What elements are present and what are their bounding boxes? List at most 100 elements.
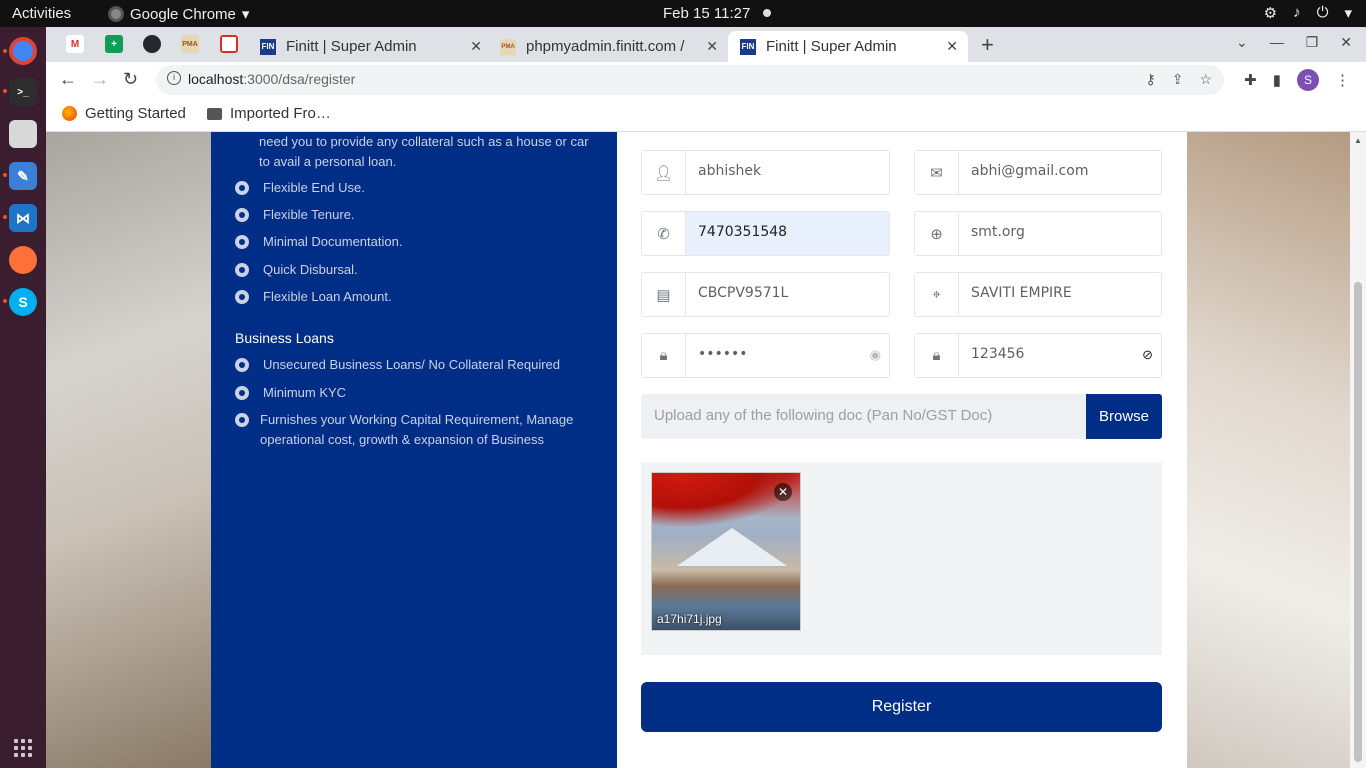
key-icon[interactable]: ⚷ [1145,71,1155,88]
register-form: 👤︎ abhishek ✉ abhi@gmail.com ✆ 747035154… [617,132,1187,768]
close-icon[interactable]: ✕ [470,38,482,55]
close-icon[interactable]: ✕ [706,38,718,55]
feature-text: Minimal Documentation. [263,234,403,249]
clock[interactable]: Feb 15 11:27 [663,5,750,22]
name-input[interactable]: abhishek [686,151,889,194]
window-controls: ⌄ — ❐ ✕ [1236,34,1352,51]
reload-icon[interactable]: ↻ [123,69,138,90]
dock: >_ ✎ ⋈ S [0,27,46,768]
running-indicator [3,173,7,177]
bookmark-label: Imported Fro… [230,105,331,122]
power-icon: ⏻ [1316,4,1329,21]
page-scrollbar[interactable]: ▲ [1350,132,1366,768]
github-icon[interactable] [143,35,161,53]
chrome-icon [108,6,124,22]
background-photo-right [1187,132,1350,768]
envelope-icon: ✉ [915,151,959,194]
website-input[interactable]: smt.org [959,212,1161,255]
more-menu-icon[interactable]: ⋮ [1335,71,1350,89]
url-host: localhost [188,71,244,87]
back-icon[interactable]: ← [59,69,77,90]
name-field[interactable]: 👤︎ abhishek [641,150,890,195]
star-icon[interactable]: ☆ [1199,71,1212,88]
tab-phpmyadmin[interactable]: PMA phpmyadmin.finitt.com / ✕ [488,31,728,62]
system-top-bar: Activities Google Chrome ▾ Feb 15 11:27 … [0,0,1366,27]
phone-input[interactable]: 7470351548 [686,212,889,255]
feature-item: Unsecured Business Loans/ No Collateral … [235,355,560,375]
minimize-icon[interactable]: — [1270,34,1284,51]
confirm-password-field[interactable]: 🔒︎ 123456 ⊘ [914,333,1162,378]
system-tray[interactable]: ⚙ ♪ ⏻ ▾ [1264,4,1352,22]
autumn-leaves-graphic [652,473,800,528]
scrollbar-thumb[interactable] [1354,282,1362,762]
tab-search-icon[interactable]: ⌄ [1236,34,1248,51]
email-field[interactable]: ✉ abhi@gmail.com [914,150,1162,195]
activities-button[interactable]: Activities [12,5,71,22]
email-input[interactable]: abhi@gmail.com [959,151,1161,194]
register-button[interactable]: Register [641,682,1162,732]
phone-field[interactable]: ✆ 7470351548 [641,211,890,256]
forward-icon[interactable]: → [91,69,109,90]
bookmark-imported-folder[interactable]: Imported Fro… [207,105,331,122]
profile-avatar[interactable]: S [1297,69,1319,91]
feature-text: Unsecured Business Loans/ No Collateral … [263,357,560,372]
firefox-icon[interactable] [9,246,37,274]
terminal-icon[interactable]: >_ [9,78,37,106]
app-menu[interactable]: Google Chrome ▾ [108,5,249,23]
password-field[interactable]: 🔒︎ •••••• ◉ [641,333,890,378]
show-apps-icon[interactable] [14,739,32,757]
gmail-icon[interactable]: M [66,35,84,53]
uploaded-image-thumbnail[interactable]: ✕ a17hi71j.jpg [651,472,801,631]
phpmyadmin-icon[interactable]: PMA [181,35,199,53]
files-icon[interactable] [9,120,37,148]
feature-item: Flexible Tenure. [235,205,355,225]
feature-item: Quick Disbursal. [235,260,358,280]
phpmyadmin-icon: PMA [500,38,516,55]
page-viewport: need you to provide any collateral such … [46,132,1350,768]
scroll-up-icon[interactable]: ▲ [1354,136,1362,145]
radio-bullet-icon [235,290,249,304]
address-input[interactable]: SAVITI EMPIRE [959,273,1161,316]
eye-icon[interactable]: ◉ [870,347,881,363]
close-icon[interactable]: ✕ [946,38,958,55]
document-upload[interactable]: Upload any of the following doc (Pan No/… [641,394,1162,439]
eye-slash-icon[interactable]: ⊘ [1142,347,1153,363]
phone-icon: ✆ [642,212,686,255]
running-indicator [3,89,7,93]
calendar-icon[interactable] [220,35,238,53]
close-window-icon[interactable]: ✕ [1340,34,1352,51]
remove-file-icon[interactable]: ✕ [774,483,792,501]
site-info-icon[interactable]: i [167,71,181,85]
vscode-icon[interactable]: ⋈ [9,204,37,232]
sheets-icon[interactable]: + [105,35,123,53]
pan-field[interactable]: ▤ CBCPV9571L [641,272,890,317]
address-bar[interactable]: i localhost:3000/dsa/register ⚷ ⇪ ☆ [156,65,1224,95]
text-editor-icon[interactable]: ✎ [9,162,37,190]
address-field[interactable]: ⌖ SAVITI EMPIRE [914,272,1162,317]
chrome-icon[interactable] [9,37,37,65]
extensions-icon[interactable]: ✚ [1244,71,1257,89]
tab-title: Finitt | Super Admin [286,38,417,55]
tab-finitt-admin-1[interactable]: FIN Finitt | Super Admin ✕ [248,31,492,62]
pan-input[interactable]: CBCPV9571L [686,273,889,316]
map-marker-icon: ⌖ [915,273,959,316]
password-input[interactable]: •••••• [686,334,889,377]
bookmark-getting-started[interactable]: Getting Started [62,105,186,122]
feature-text: Minimum KYC [263,385,347,400]
browse-button[interactable]: Browse [1086,394,1162,439]
website-field[interactable]: ⊕ smt.org [914,211,1162,256]
skype-icon[interactable]: S [9,288,37,316]
radio-bullet-icon [235,263,249,277]
maximize-icon[interactable]: ❐ [1306,34,1319,51]
running-indicator [3,215,7,219]
tab-finitt-admin-active[interactable]: FIN Finitt | Super Admin ✕ [728,31,968,62]
mountain-graphic [677,528,787,566]
share-icon[interactable]: ⇪ [1172,71,1184,88]
tab-title: phpmyadmin.finitt.com / [526,38,685,55]
bookmarks-bar: Getting Started Imported Fro… [46,98,1366,132]
firefox-icon [62,106,77,121]
new-tab-icon[interactable]: + [981,32,994,58]
confirm-password-input[interactable]: 123456 [959,334,1161,377]
file-name: a17hi71j.jpg [657,612,722,626]
side-panel-icon[interactable]: ▮ [1273,71,1281,89]
